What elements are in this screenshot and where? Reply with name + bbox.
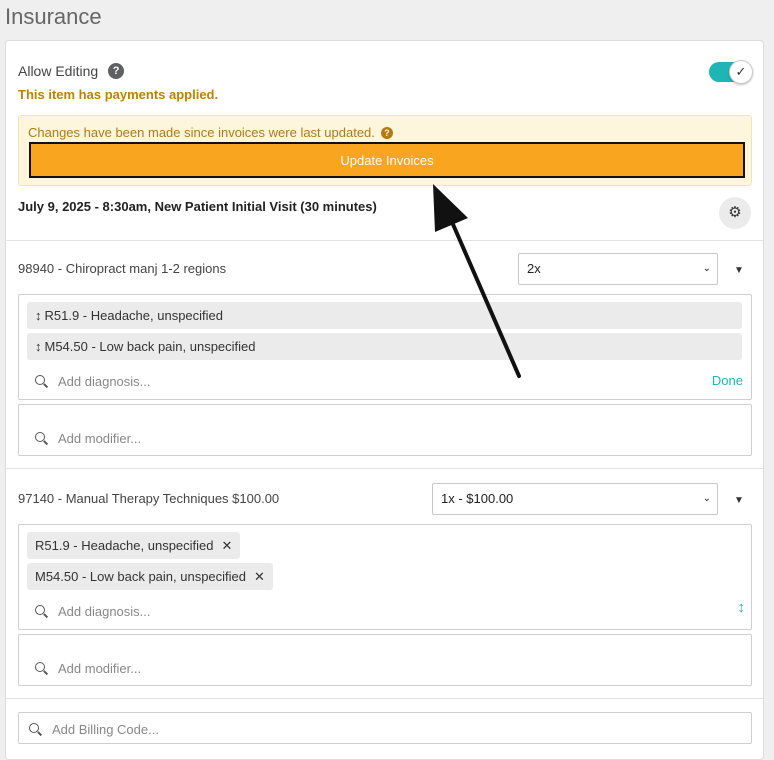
diagnosis-text: R51.9 - Headache, unspecified (44, 308, 224, 323)
quantity-value: 2x (527, 261, 541, 276)
caret-down-icon[interactable]: ▼ (734, 495, 744, 506)
add-diagnosis-input[interactable]: Add diagnosis... (35, 604, 151, 619)
help-icon[interactable]: ? (108, 63, 125, 79)
add-modifier-input[interactable]: Add modifier... (35, 661, 141, 676)
remove-icon[interactable]: ✕ (222, 538, 233, 553)
search-icon (29, 723, 42, 736)
chevron-down-icon: ⌄ (702, 263, 711, 274)
remove-icon[interactable]: ✕ (254, 569, 265, 584)
drag-handle-icon[interactable]: ↕ (35, 339, 42, 354)
add-billing-code-placeholder: Add Billing Code... (52, 722, 159, 737)
modifier-box-97140: Add modifier... (18, 634, 752, 686)
diagnosis-tag: R51.9 - Headache, unspecified ✕ (27, 532, 241, 559)
invoice-alert: Changes have been made since invoices we… (18, 115, 752, 186)
divider (6, 468, 763, 469)
add-modifier-placeholder: Add modifier... (58, 431, 142, 446)
allow-editing-label: Allow Editing (18, 63, 99, 79)
alert-message: Changes have been made since invoices we… (28, 125, 375, 140)
insurance-card: Allow Editing ? This item has payments a… (5, 40, 764, 760)
search-icon (35, 432, 48, 445)
code-label-97140: 97140 - Manual Therapy Techniques $100.0… (18, 491, 280, 506)
add-diagnosis-placeholder: Add diagnosis... (58, 374, 151, 389)
billing-search-row: Add Billing Code... (29, 722, 159, 737)
divider (6, 240, 763, 241)
add-modifier-input[interactable]: Add modifier... (35, 431, 141, 446)
add-billing-code-input[interactable]: Add Billing Code... (18, 712, 752, 744)
chevron-down-icon: ⌄ (702, 493, 711, 504)
add-diagnosis-input[interactable]: Add diagnosis... (35, 374, 151, 389)
divider (6, 698, 763, 699)
diagnosis-item[interactable]: ↕ R51.9 - Headache, unspecified (27, 302, 742, 329)
quantity-value: 1x - $100.00 (441, 491, 514, 506)
search-icon (35, 375, 48, 388)
diagnosis-box-97140: R51.9 - Headache, unspecified ✕ M54.50 - … (18, 524, 752, 630)
sort-icon[interactable]: ↕ (738, 599, 746, 616)
gear-icon[interactable]: ⚙ (719, 197, 751, 229)
diagnosis-item[interactable]: ↕ M54.50 - Low back pain, unspecified (27, 333, 742, 360)
caret-down-icon[interactable]: ▼ (734, 265, 744, 276)
diagnosis-tag: M54.50 - Low back pain, unspecified ✕ (27, 563, 273, 590)
page-title: Insurance (5, 4, 102, 29)
quantity-select-97140[interactable]: 1x - $100.00 ⌄ (432, 483, 718, 515)
done-link[interactable]: Done (712, 373, 743, 388)
search-icon (35, 605, 48, 618)
code-label-98940: 98940 - Chiropract manj 1-2 regions (18, 261, 227, 276)
search-icon (35, 662, 48, 675)
alert-message-row: Changes have been made since invoices we… (28, 125, 393, 140)
diagnosis-text: M54.50 - Low back pain, unspecified (44, 339, 256, 354)
diagnosis-box-98940: ↕ R51.9 - Headache, unspecified ↕ M54.50 -… (18, 294, 752, 400)
quantity-select-98940[interactable]: 2x ⌄ (518, 253, 718, 285)
add-modifier-placeholder: Add modifier... (58, 661, 142, 676)
modifier-box-98940: Add modifier... (18, 404, 752, 456)
payments-applied-note: This item has payments applied. (18, 87, 219, 102)
diagnosis-text: R51.9 - Headache, unspecified (35, 538, 214, 553)
check-icon: ✓ (729, 60, 753, 84)
allow-editing-row: Allow Editing ? (18, 63, 125, 79)
update-invoices-button[interactable]: Update Invoices (29, 142, 745, 178)
drag-handle-icon[interactable]: ↕ (35, 308, 42, 323)
question-icon[interactable]: ? (380, 126, 393, 139)
allow-editing-toggle[interactable]: ✓ (709, 60, 753, 84)
diagnosis-text: M54.50 - Low back pain, unspecified (35, 569, 247, 584)
visit-title: July 9, 2025 - 8:30am, New Patient Initi… (18, 199, 377, 214)
add-diagnosis-placeholder: Add diagnosis... (58, 604, 151, 619)
